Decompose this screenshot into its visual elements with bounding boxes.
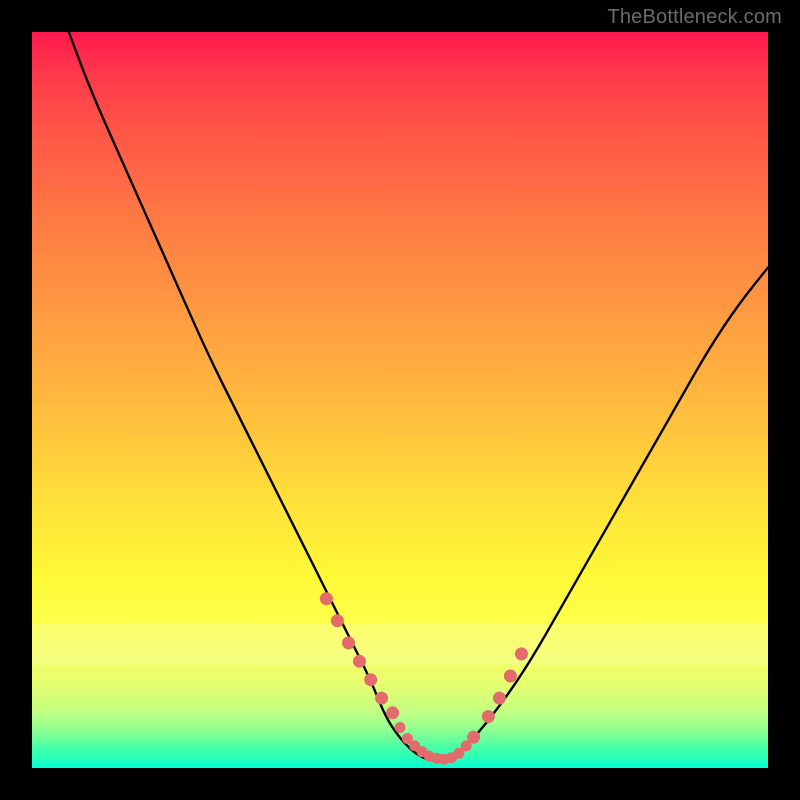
marker-dot bbox=[453, 748, 464, 759]
chart-frame: TheBottleneck.com bbox=[0, 0, 800, 800]
marker-dot bbox=[364, 673, 377, 686]
marker-dot bbox=[461, 740, 472, 751]
marker-dot bbox=[386, 706, 399, 719]
marker-dot bbox=[331, 614, 344, 627]
marker-dot bbox=[342, 636, 355, 649]
marker-dot bbox=[446, 752, 457, 763]
marker-dot bbox=[439, 754, 450, 765]
marker-dot bbox=[504, 670, 517, 683]
marker-dot bbox=[515, 647, 528, 660]
marker-dot bbox=[320, 592, 333, 605]
marker-dot bbox=[375, 692, 388, 705]
bottleneck-curve bbox=[69, 32, 768, 761]
marker-dot bbox=[467, 731, 480, 744]
marker-dot bbox=[395, 722, 406, 733]
plot-area bbox=[32, 32, 768, 768]
marker-dot bbox=[424, 751, 435, 762]
highlight-band bbox=[32, 624, 768, 664]
marker-dot bbox=[493, 692, 506, 705]
marker-dot bbox=[482, 710, 495, 723]
highlight-dots bbox=[320, 592, 528, 765]
watermark-text: TheBottleneck.com bbox=[607, 6, 782, 29]
curve-layer bbox=[32, 32, 768, 768]
marker-dot bbox=[431, 753, 442, 764]
marker-dot bbox=[417, 746, 428, 757]
marker-dot bbox=[409, 740, 420, 751]
marker-dot bbox=[353, 655, 366, 668]
marker-dot bbox=[402, 733, 413, 744]
